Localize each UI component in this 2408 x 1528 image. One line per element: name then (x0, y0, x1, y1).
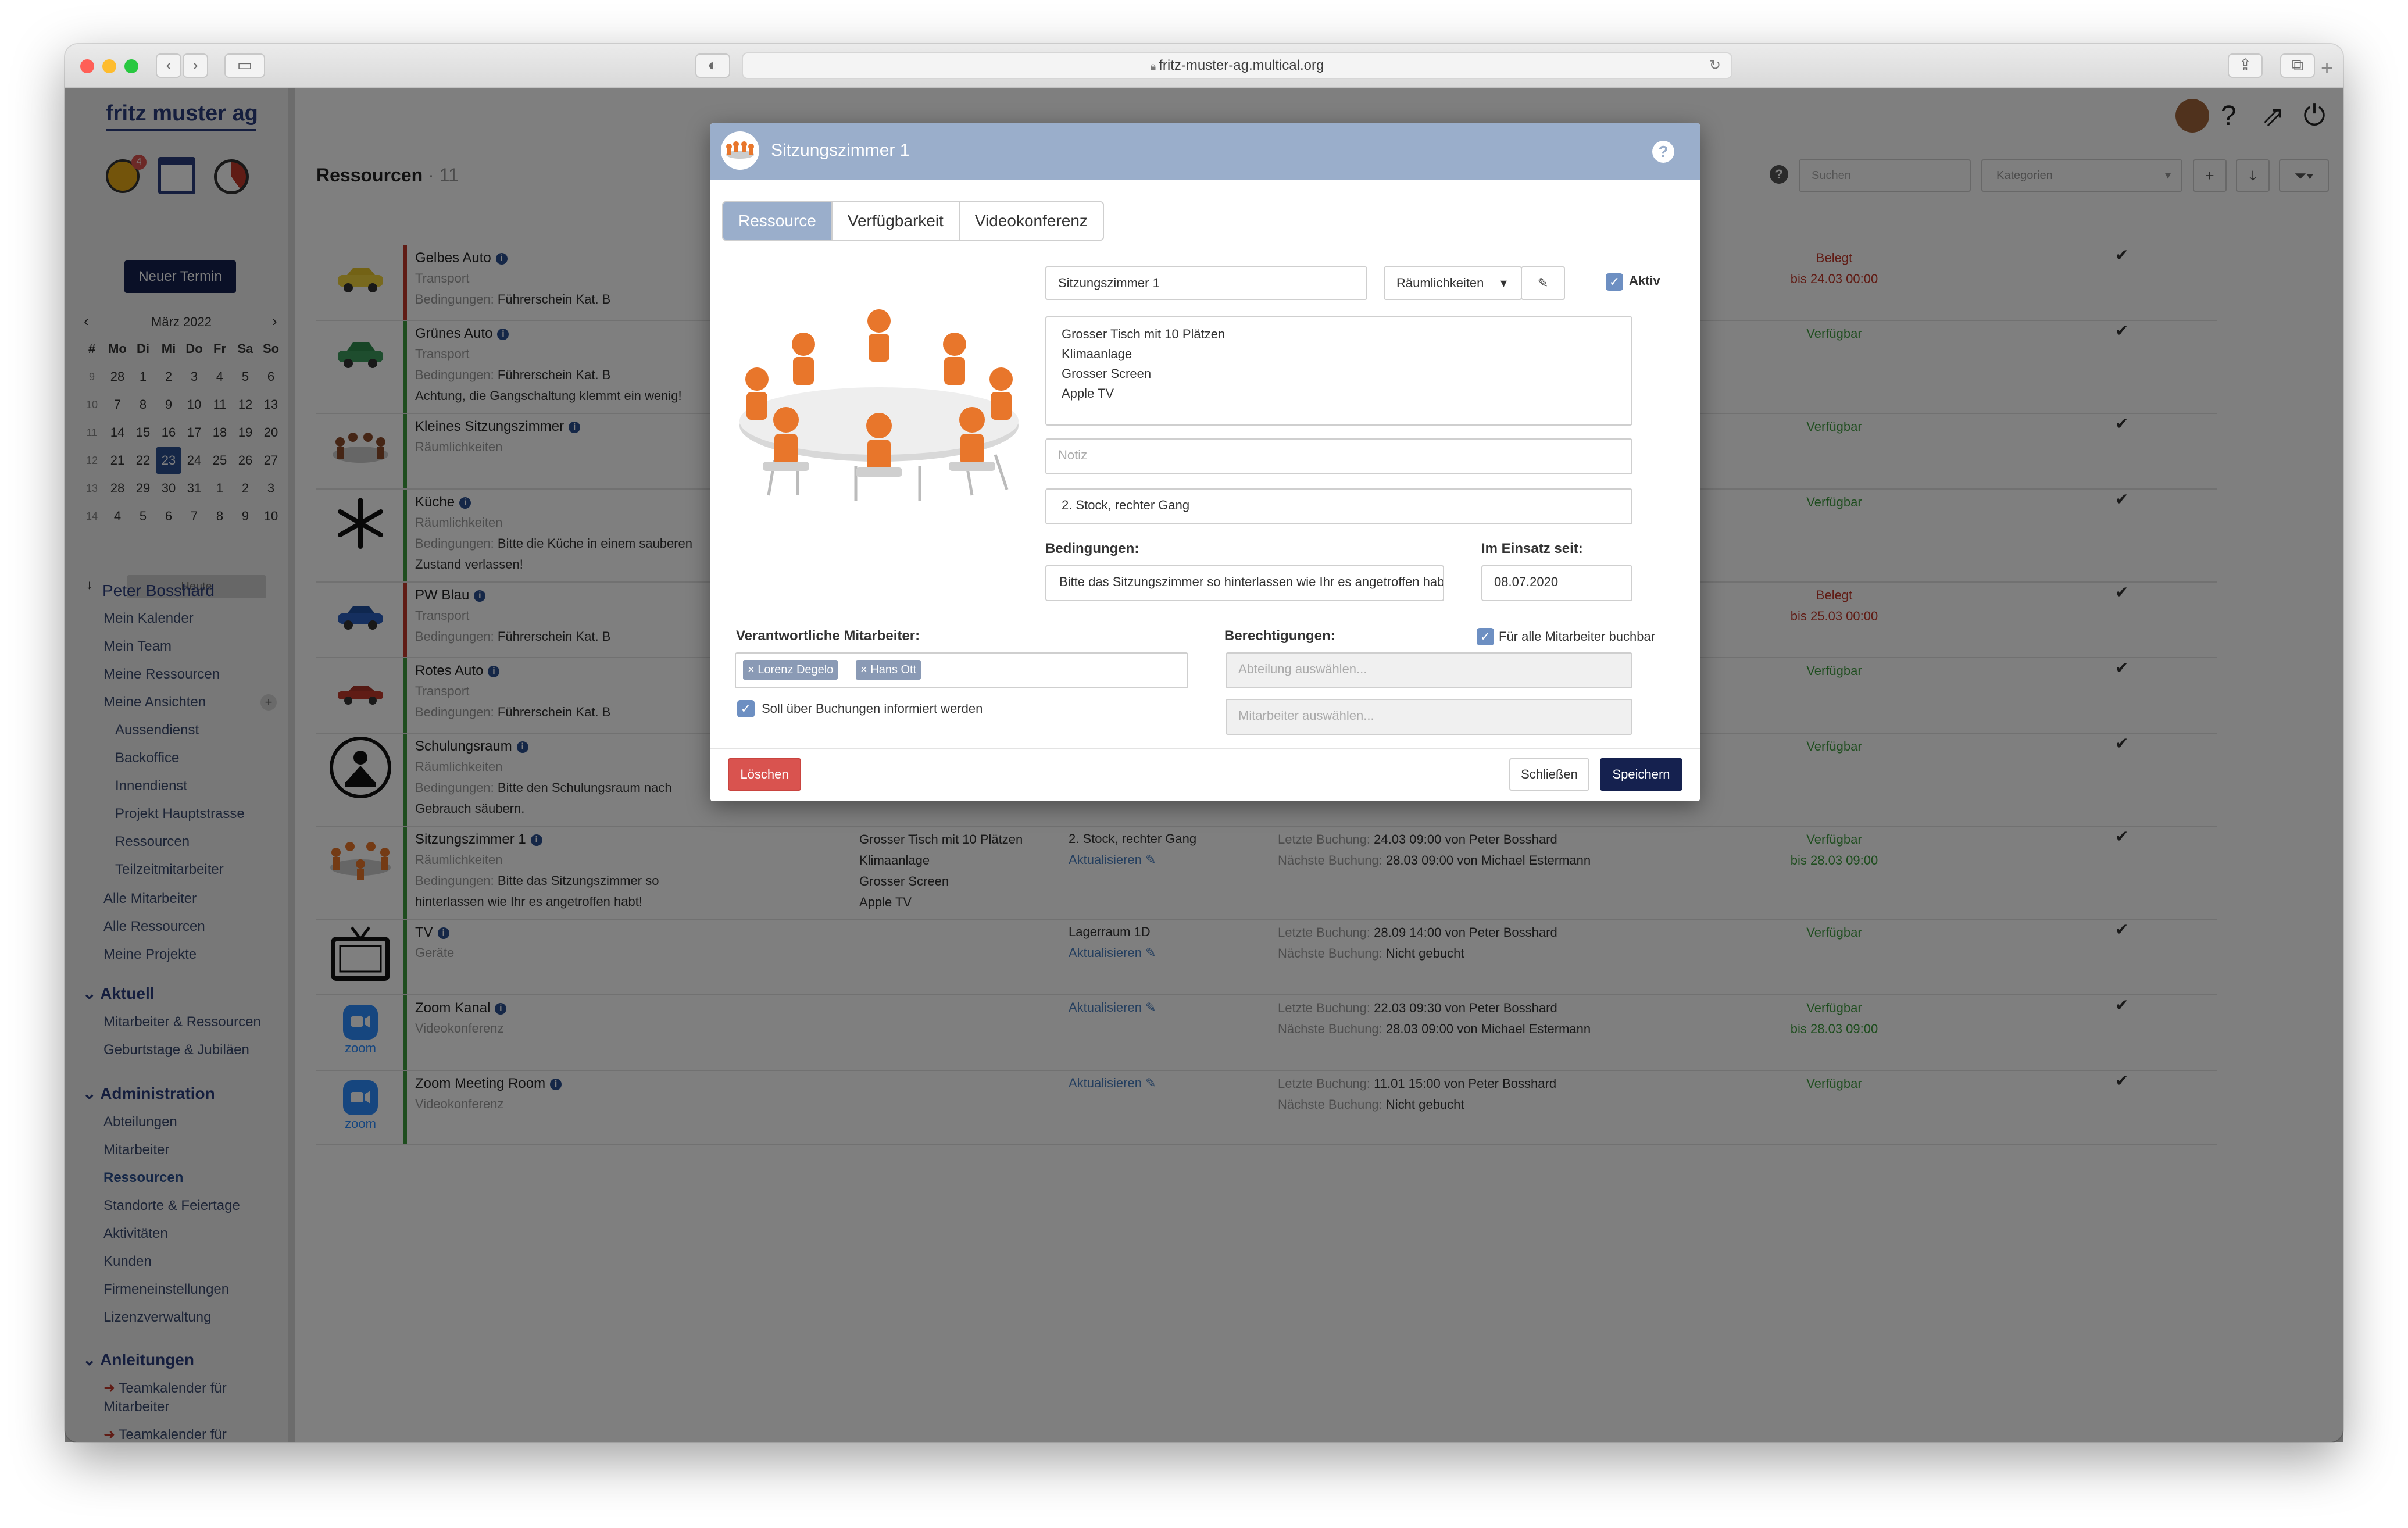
modal-footer-divider (710, 748, 1700, 749)
since-label: Im Einsatz seit: (1481, 541, 1583, 556)
lock-icon: 🔒︎ (1150, 60, 1159, 72)
permissions-label: Berechtigungen: (1224, 628, 1335, 644)
resource-avatar (721, 131, 759, 170)
share-icon[interactable]: ⇪ (2228, 53, 2263, 78)
department-select[interactable]: Abteilung auswählen... (1226, 652, 1632, 688)
tag-hans-ott[interactable]: × Hans Ott (856, 660, 921, 680)
minimize-window-button[interactable] (102, 59, 116, 73)
sidebar-toggle-icon[interactable]: ▭ (224, 53, 265, 78)
modal-tabs: Ressource Verfügbarkeit Videokonferenz (722, 201, 1104, 241)
tag-label: Lorenz Degelo (758, 663, 834, 676)
back-icon[interactable]: ‹ (156, 53, 181, 78)
privacy-shield-icon[interactable]: ◐ (695, 53, 730, 78)
url-text: fritz-muster-ag.multical.org (1159, 58, 1324, 73)
description-textarea[interactable]: Grosser Tisch mit 10 Plätzen Klimaanlage… (1045, 316, 1632, 426)
category-select[interactable]: Räumlichkeiten ▾ (1384, 266, 1522, 300)
responsible-label: Verantwortliche Mitarbeiter: (736, 628, 920, 644)
description-line: Klimaanlage (1062, 347, 1132, 361)
notify-label: Soll über Buchungen informiert werden (762, 701, 983, 716)
forward-icon[interactable]: › (183, 53, 208, 78)
since-date-input[interactable]: 08.07.2020 (1481, 565, 1632, 601)
conditions-input[interactable]: Bitte das Sitzungszimmer so hinterlassen… (1045, 565, 1444, 601)
category-select-value: Räumlichkeiten (1396, 276, 1484, 290)
save-button[interactable]: Speichern (1600, 758, 1682, 791)
close-button[interactable]: Schließen (1509, 758, 1589, 791)
active-label: Aktiv (1629, 273, 1660, 288)
description-line: Apple TV (1062, 386, 1114, 401)
employee-select[interactable]: Mitarbeiter auswählen... (1226, 699, 1632, 735)
tab-verfuegbarkeit[interactable]: Verfügbarkeit (833, 202, 960, 240)
location-input[interactable]: 2. Stock, rechter Gang (1045, 488, 1632, 524)
description-line: Grosser Screen (1062, 366, 1152, 381)
zoom-window-button[interactable] (124, 59, 138, 73)
modal-title: Sitzungszimmer 1 (771, 141, 910, 160)
all-bookable-checkbox[interactable]: ✓ (1477, 628, 1494, 645)
modal-header: Sitzungszimmer 1 ? (710, 123, 1700, 180)
resource-name-input[interactable]: Sitzungszimmer 1 (1045, 266, 1367, 300)
new-tab-icon[interactable]: + (2321, 56, 2333, 80)
delete-button[interactable]: Löschen (728, 758, 801, 791)
active-checkbox[interactable]: ✓ (1606, 273, 1623, 291)
chevron-down-icon: ▾ (1500, 276, 1507, 290)
browser-titlebar: ‹ › ▭ ◐ 🔒︎ fritz-muster-ag.multical.org … (65, 44, 2343, 88)
tag-lorenz-degelo[interactable]: × Lorenz Degelo (743, 660, 838, 680)
url-bar[interactable]: 🔒︎ fritz-muster-ag.multical.org ↻ (742, 52, 1732, 79)
tab-videokonferenz[interactable]: Videokonferenz (960, 202, 1103, 240)
help-icon[interactable]: ? (1652, 141, 1674, 163)
conditions-label: Bedingungen: (1045, 541, 1139, 556)
edit-category-icon[interactable]: ✎ (1521, 266, 1565, 300)
close-window-button[interactable] (80, 59, 94, 73)
tag-label: Hans Ott (870, 663, 917, 676)
notify-checkbox[interactable]: ✓ (737, 700, 755, 717)
tab-ressource[interactable]: Ressource (723, 202, 833, 240)
all-bookable-label: Für alle Mitarbeiter buchbar (1499, 629, 1656, 644)
resource-image[interactable] (734, 309, 1024, 519)
reload-icon[interactable]: ↻ (1709, 53, 1721, 78)
resource-modal: Sitzungszimmer 1 ? Ressource Verfügbarke… (710, 123, 1700, 801)
note-input[interactable]: Notiz (1045, 438, 1632, 474)
description-line: Grosser Tisch mit 10 Plätzen (1062, 327, 1226, 341)
tabs-overview-icon[interactable]: ⧉ (2280, 53, 2315, 78)
responsible-tags-input[interactable]: × Lorenz Degelo × Hans Ott (735, 652, 1188, 688)
